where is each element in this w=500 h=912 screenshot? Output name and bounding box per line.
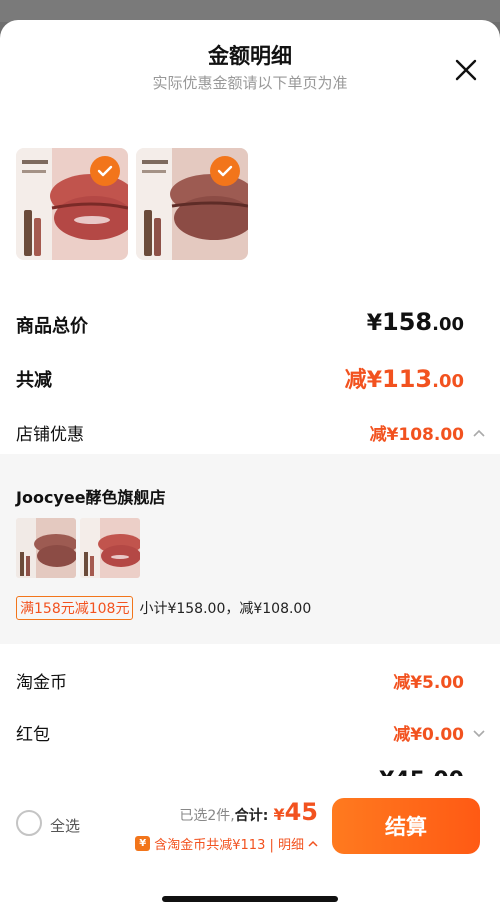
total-currency: ¥ [273,805,285,824]
select-all-radio[interactable] [16,810,42,836]
row-store-discount[interactable]: 店铺优惠 减¥108.00 [0,412,500,452]
chevron-up-icon[interactable] [472,426,486,440]
taojinbi-label: 淘金币 [16,673,67,693]
row-total-reduction: 共减 减¥113.00 [0,358,500,398]
row-redpacket[interactable]: 红包 减¥0.00 [0,712,500,752]
store-name: Joocyee酵色旗舰店 [16,488,166,507]
store-thumb-2 [80,518,140,578]
row-total-price: 商品总价 ¥158.00 [0,304,500,344]
total-price-label: 商品总价 [16,316,88,337]
selected-check-icon [210,156,240,186]
reduction-value: 减¥113.00 [344,365,464,393]
product-thumb-1[interactable] [16,148,128,260]
taojinbi-value: 减¥5.00 [393,673,464,693]
coin-discount-detail[interactable]: ¥ 含淘金币共减¥113 | 明细 [135,834,318,853]
promo-subtotal: 小计¥158.00，减¥108.00 [139,601,312,617]
close-icon[interactable] [454,58,478,82]
store-product-thumbs [16,518,140,578]
selected-count: 已选2件, [179,808,235,824]
store-thumb-1 [16,518,76,578]
row-taojinbi: 淘金币 减¥5.00 [0,660,500,700]
coin-icon: ¥ [135,836,151,851]
product-thumbnails [16,148,248,260]
store-discount-value: 减¥108.00 [369,425,464,445]
background-overlay [0,0,500,22]
home-indicator [162,896,338,902]
bottom-checkout-bar: 全选 已选2件,合计: ¥45 ¥ 含淘金币共减¥113 | 明细 结算 [0,776,500,912]
checkout-button[interactable]: 结算 [332,798,480,854]
coin-discount-text: 含淘金币共减¥113 | 明细 [154,838,304,853]
promo-tag: 满158元减108元 [16,596,134,620]
store-discount-panel: Joocyee酵色旗舰店 满158元减108元 小计¥158.00，减¥108.… [0,454,500,644]
store-discount-label: 店铺优惠 [16,425,84,445]
total-amount: 45 [284,798,318,826]
select-all-label[interactable]: 全选 [50,815,80,836]
store-promo: 满158元减108元 小计¥158.00，减¥108.00 [16,596,311,620]
checkout-summary: 已选2件,合计: ¥45 [179,798,318,826]
chevron-down-icon[interactable] [472,726,486,740]
redpacket-label: 红包 [16,725,50,745]
total-label: 合计: [234,808,269,824]
amount-detail-sheet: 金额明细 实际优惠金额请以下单页为准 商品总价 ¥158.00 共减 减¥113… [0,20,500,912]
total-price-value: ¥158.00 [366,308,464,336]
sheet-title: 金额明细 [208,44,292,68]
sheet-subtitle: 实际优惠金额请以下单页为准 [152,74,348,92]
redpacket-value: 减¥0.00 [393,725,464,745]
selected-check-icon [90,156,120,186]
chevron-up-small-icon [308,840,318,847]
product-thumb-2[interactable] [136,148,248,260]
reduction-label: 共减 [16,370,52,391]
sheet-header: 金额明细 实际优惠金额请以下单页为准 [0,20,500,100]
